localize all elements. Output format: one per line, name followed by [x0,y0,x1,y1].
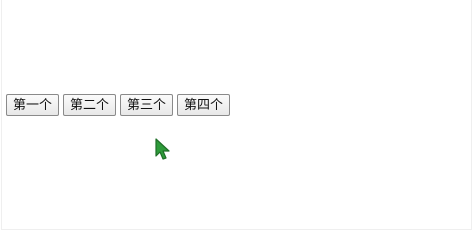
button-row: 第一个 第二个 第三个 第四个 [6,94,230,116]
first-button[interactable]: 第一个 [6,94,59,116]
third-button[interactable]: 第三个 [120,94,173,116]
second-button[interactable]: 第二个 [63,94,116,116]
fourth-button[interactable]: 第四个 [177,94,230,116]
cursor-arrow-icon [155,138,170,160]
